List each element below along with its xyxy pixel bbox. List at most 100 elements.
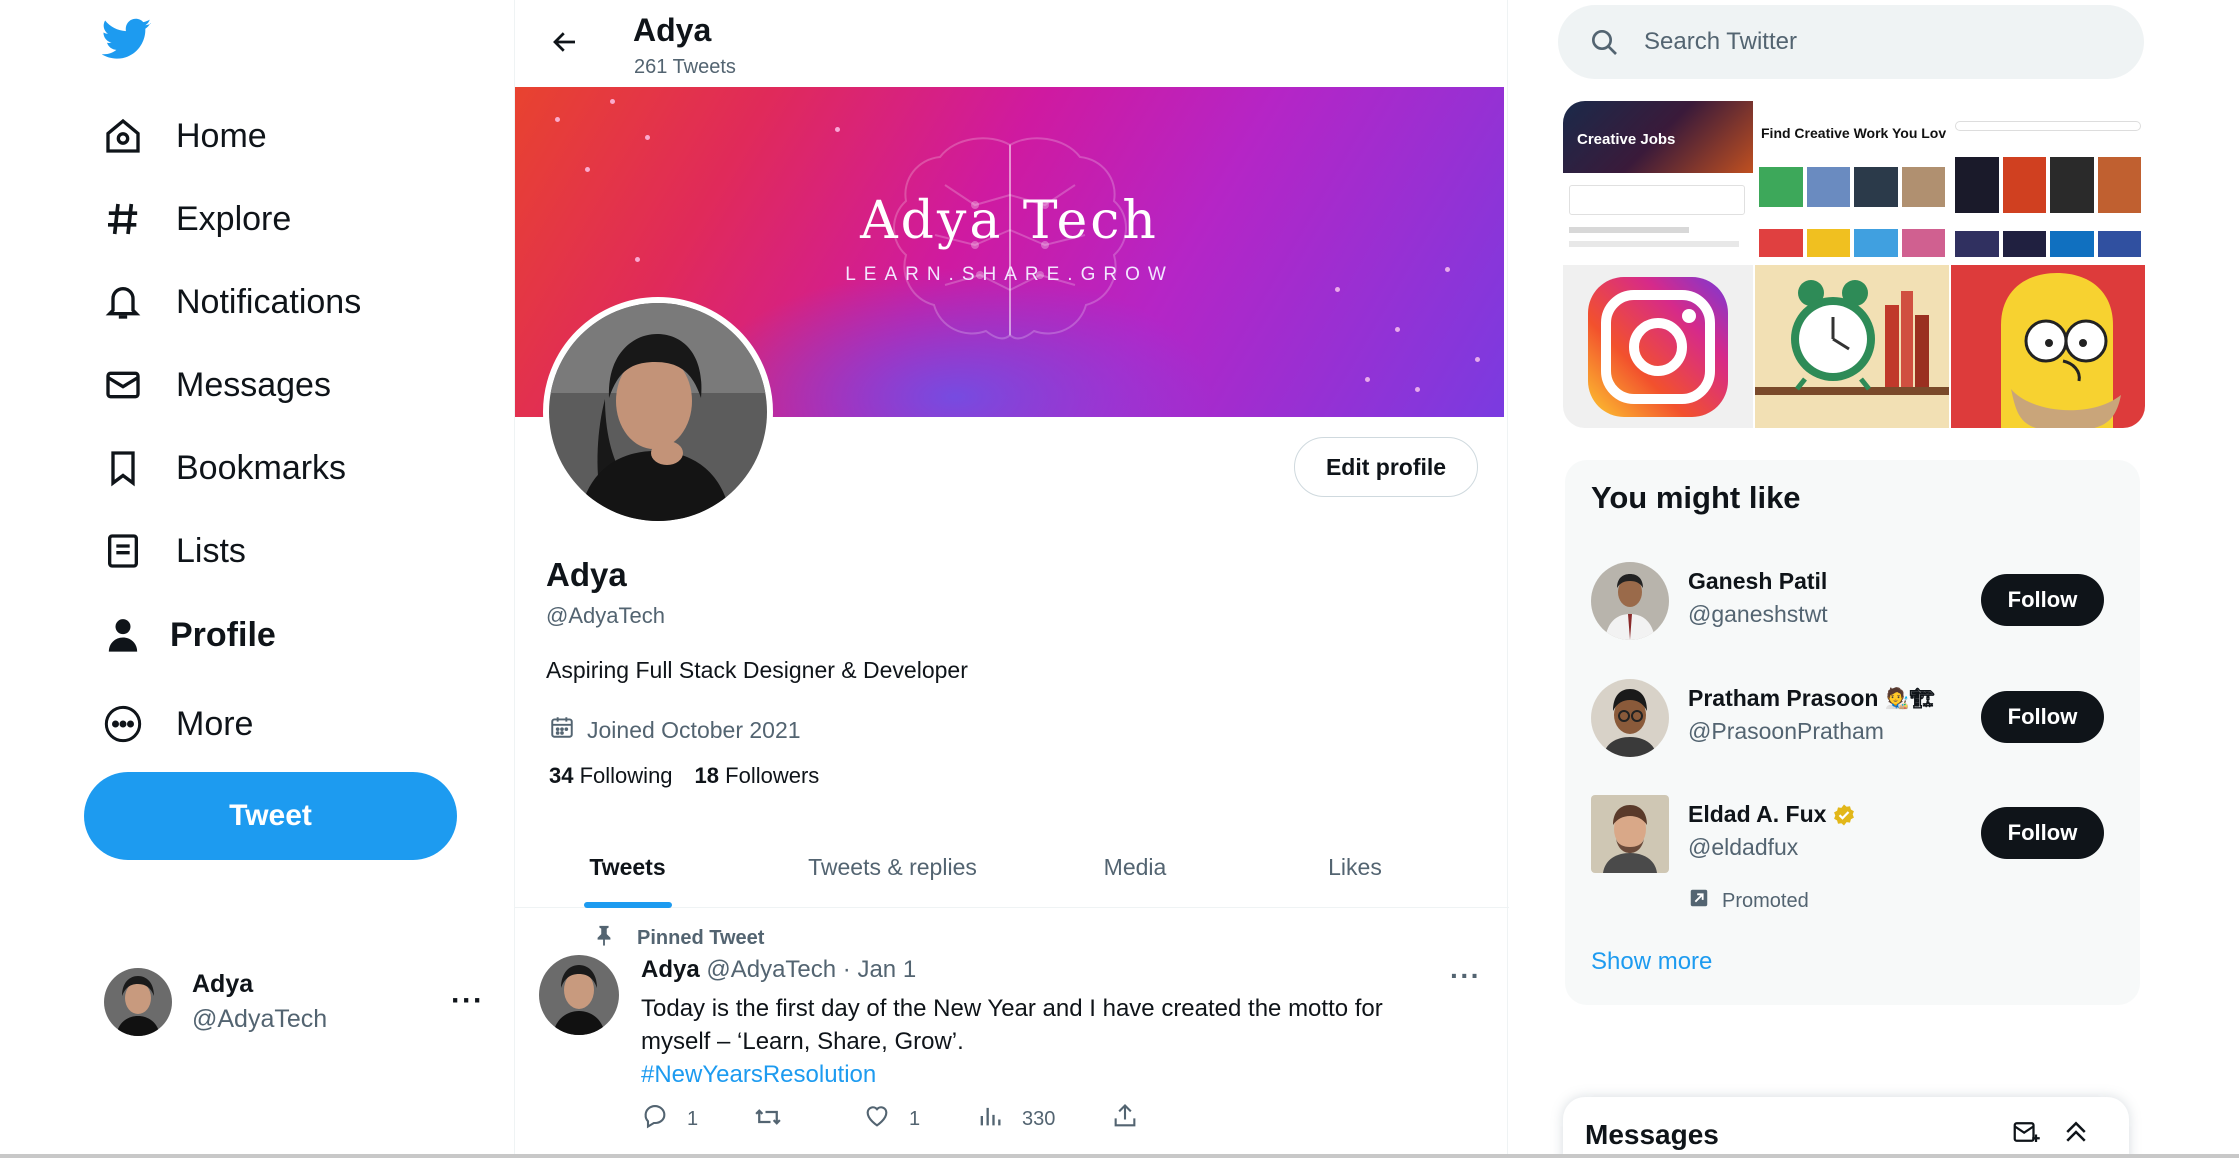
search-bar[interactable] (1558, 5, 2144, 79)
nav-label: Lists (176, 531, 246, 570)
avatar (104, 968, 172, 1036)
media-thumb-gallery[interactable] (1951, 101, 2145, 263)
nav-more[interactable]: More (98, 692, 253, 756)
user-name: Ganesh Patil (1688, 568, 1828, 594)
tweet-button[interactable]: Tweet (84, 772, 457, 860)
media-heading: Find Creative Work You Lov (1761, 125, 1947, 141)
tweet-author-name[interactable]: Adya (641, 956, 700, 983)
search-input[interactable] (1644, 28, 2124, 56)
view-count: 330 (1022, 1107, 1056, 1130)
profile-joined: Joined October 2021 (549, 714, 801, 746)
tweet-header: Adya @AdyaTech · Jan 1 (641, 956, 916, 984)
tab-label: Media (1103, 853, 1167, 880)
tweet-actions: 1 1 330 (641, 1102, 1401, 1142)
brain-graphic-icon (893, 137, 1127, 340)
media-thumb-creative-work[interactable]: Find Creative Work You Lov (1755, 101, 1949, 263)
person-icon (98, 610, 148, 660)
right-sidebar: Creative Jobs Find Creative Work You Lov (1508, 0, 2239, 1158)
account-handle: @AdyaTech (192, 1005, 328, 1033)
joined-text: Joined October 2021 (587, 716, 801, 743)
retweet-button[interactable] (753, 1102, 783, 1138)
bell-icon (98, 277, 148, 327)
share-icon (1111, 1102, 1139, 1136)
avatar[interactable] (1591, 562, 1669, 640)
nav-label: Home (176, 116, 267, 155)
follow-button[interactable]: Follow (1981, 807, 2104, 859)
following-link[interactable]: 34 Following (549, 763, 673, 789)
edit-profile-button[interactable]: Edit profile (1294, 437, 1478, 497)
nav-home[interactable]: Home (98, 104, 267, 168)
promoted-label: Promoted (1688, 887, 1809, 915)
tab-media[interactable]: Media (1045, 826, 1225, 908)
chevron-up-icon[interactable] (2061, 1117, 2091, 1152)
media-thumb-creative-jobs[interactable]: Creative Jobs (1563, 101, 1753, 263)
share-button[interactable] (1111, 1102, 1139, 1136)
nav-label: Messages (176, 365, 331, 404)
suggested-user[interactable]: Ganesh Patil @ganeshstwt Follow (1591, 562, 2131, 652)
followers-count: 18 (694, 763, 720, 788)
twitter-logo-icon[interactable] (101, 14, 152, 64)
suggested-user[interactable]: Pratham Prasoon 🧑‍🎨🏗 @PrasoonPratham Fol… (1591, 679, 2131, 769)
search-icon (1588, 26, 1620, 58)
like-button[interactable]: 1 (863, 1102, 920, 1136)
tweet-text-line: Today is the first day of the New Year a… (641, 995, 1383, 1022)
nav-messages[interactable]: Messages (98, 353, 331, 417)
user-emoji: 🧑‍🎨🏗 (1884, 688, 1935, 710)
nav-notifications[interactable]: Notifications (98, 270, 361, 334)
profile-name: Adya (546, 556, 627, 593)
profile-avatar[interactable] (543, 297, 773, 527)
promoted-text: Promoted (1722, 889, 1809, 912)
profile-header-bar: Adya 261 Tweets (515, 0, 1509, 86)
views-button[interactable]: 330 (976, 1102, 1055, 1136)
hashtag-icon (98, 194, 148, 244)
tweet-hashtag-link[interactable]: #NewYearsResolution (641, 1058, 1461, 1091)
media-thumb-cartoon[interactable] (1951, 265, 2145, 428)
nav-label: Profile (170, 615, 276, 654)
media-thumb-instagram[interactable] (1563, 265, 1753, 428)
heart-icon (863, 1102, 891, 1136)
user-name-text: Eldad A. Fux (1688, 801, 1827, 827)
new-message-icon[interactable] (2011, 1117, 2041, 1152)
pinned-tweet[interactable]: Pinned Tweet Adya @AdyaTech · Jan 1 ··· … (515, 910, 1509, 1158)
who-to-follow-panel: You might like Ganesh Patil @ganeshstwt … (1565, 460, 2140, 1005)
messages-drawer[interactable]: Messages (1563, 1097, 2129, 1158)
user-handle: @PrasoonPratham (1688, 718, 1884, 744)
back-arrow-icon[interactable] (537, 14, 593, 70)
pinned-label: Pinned Tweet (637, 926, 765, 949)
nav-profile[interactable]: Profile (98, 603, 276, 667)
nav-explore[interactable]: Explore (98, 187, 291, 251)
envelope-icon (98, 360, 148, 410)
followers-link[interactable]: 18 Followers (695, 763, 820, 789)
nav-label: Bookmarks (176, 448, 347, 487)
cartoon-face-icon (2001, 273, 2121, 428)
more-dots-icon[interactable]: ··· (1450, 960, 1481, 992)
horizontal-scrollbar[interactable] (0, 1154, 2239, 1158)
tweet-avatar[interactable] (539, 955, 619, 1035)
profile-bio: Aspiring Full Stack Designer & Developer (546, 657, 968, 683)
tweet-date[interactable]: · Jan 1 (843, 956, 916, 983)
media-thumb-clock[interactable] (1755, 265, 1949, 428)
show-more-link[interactable]: Show more (1591, 948, 1712, 976)
follow-button[interactable]: Follow (1981, 691, 2104, 743)
tab-tweets[interactable]: Tweets (515, 826, 740, 908)
account-name: Adya (192, 970, 254, 998)
tab-likes[interactable]: Likes (1225, 826, 1485, 908)
account-switcher[interactable]: Adya @AdyaTech ··· (104, 962, 484, 1042)
nav-bookmarks[interactable]: Bookmarks (98, 436, 346, 500)
active-tab-indicator (583, 902, 672, 908)
panel-title: You might like (1591, 480, 1801, 515)
avatar[interactable] (1591, 795, 1669, 873)
reply-button[interactable]: 1 (641, 1102, 698, 1136)
user-handle: @ganeshstwt (1688, 601, 1828, 627)
like-count: 1 (909, 1107, 921, 1130)
follow-button[interactable]: Follow (1981, 574, 2104, 626)
nav-lists[interactable]: Lists (98, 519, 246, 583)
bookmark-icon (98, 443, 148, 493)
more-dots-icon[interactable]: ··· (451, 984, 484, 1018)
alarm-clock-icon (1755, 280, 1949, 395)
list-icon (98, 526, 148, 576)
user-handle: @eldadfux (1688, 834, 1799, 860)
tab-tweets-replies[interactable]: Tweets & replies (740, 826, 1045, 908)
suggested-user-promoted[interactable]: Eldad A. Fux @eldadfux Follow Promoted (1591, 795, 2131, 935)
avatar[interactable] (1591, 679, 1669, 757)
